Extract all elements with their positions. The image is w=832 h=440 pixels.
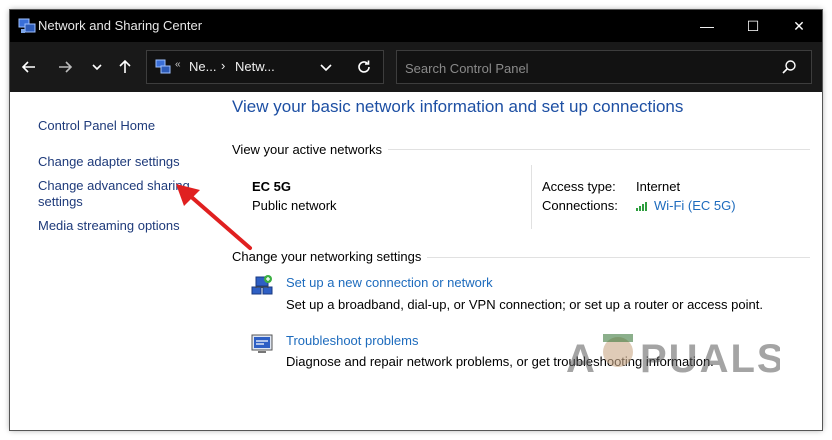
recent-locations-button[interactable]: [84, 54, 110, 80]
network-app-icon: [18, 18, 36, 33]
up-button[interactable]: [112, 54, 138, 80]
active-networks-heading: View your active networks: [232, 142, 389, 157]
set-up-new-connection-link[interactable]: Set up a new connection or network: [286, 275, 493, 290]
window-title: Network and Sharing Center: [38, 18, 203, 33]
arrow-up-icon: [119, 59, 131, 73]
arrow-left-icon: [21, 61, 35, 73]
breadcrumb-network-sharing-center[interactable]: Netw...: [235, 59, 275, 74]
access-type-label: Access type:: [542, 179, 616, 194]
page-title: View your basic network information and …: [232, 97, 684, 116]
address-overflow-separator[interactable]: «: [175, 59, 181, 70]
vertical-divider: [531, 165, 532, 229]
chevron-down-icon[interactable]: [317, 58, 335, 76]
sidebar-item-label-line2: settings: [38, 194, 83, 209]
close-button[interactable]: ✕: [776, 10, 822, 42]
search-box[interactable]: [396, 50, 812, 84]
sidebar-item-media-streaming-options[interactable]: Media streaming options: [38, 218, 180, 234]
minimize-button[interactable]: —: [684, 10, 730, 42]
annotation-arrow-icon: [176, 184, 252, 250]
appuals-watermark: A PUALS: [566, 334, 780, 381]
navigation-bar: « Ne... › Netw...: [10, 42, 822, 92]
network-name: EC 5G: [252, 179, 292, 194]
access-type-value: Internet: [636, 179, 681, 194]
sidebar-item-control-panel-home[interactable]: Control Panel Home: [38, 118, 155, 134]
wifi-signal-icon: [636, 201, 647, 211]
network-category: Public network: [252, 198, 337, 213]
svg-text:PUALS: PUALS: [640, 337, 780, 381]
networking-settings-heading: Change your networking settings: [232, 249, 428, 264]
breadcrumb-network-internet[interactable]: Ne...: [189, 59, 216, 74]
arrow-right-icon: [59, 61, 73, 73]
wifi-connection-label: Wi-Fi (EC 5G): [654, 198, 736, 213]
address-bar[interactable]: « Ne... › Netw...: [146, 50, 384, 84]
connections-label: Connections:: [542, 198, 618, 213]
chevron-down-icon: [92, 64, 102, 71]
new-connection-icon: [251, 275, 273, 295]
troubleshoot-problems-link[interactable]: Troubleshoot problems: [286, 333, 418, 348]
refresh-icon[interactable]: [355, 58, 373, 76]
svg-text:A: A: [566, 337, 597, 381]
troubleshoot-icon: [251, 334, 273, 353]
search-icon[interactable]: [781, 59, 797, 75]
back-button[interactable]: [16, 54, 42, 80]
wifi-connection-link[interactable]: Wi-Fi (EC 5G): [636, 198, 736, 213]
task-sidebar: Control Panel Home Change adapter settin…: [10, 92, 220, 430]
maximize-button[interactable]: ☐: [730, 10, 776, 42]
sidebar-item-label-line1: Change advanced sharing: [38, 178, 190, 193]
network-folder-icon: [155, 59, 171, 74]
sidebar-item-change-adapter-settings[interactable]: Change adapter settings: [38, 154, 180, 170]
search-input[interactable]: [403, 58, 767, 78]
breadcrumb-separator[interactable]: ›: [221, 58, 225, 73]
title-bar[interactable]: Network and Sharing Center — ☐ ✕: [10, 10, 822, 42]
set-up-new-connection-description: Set up a broadband, dial-up, or VPN conn…: [286, 297, 763, 312]
sidebar-item-change-advanced-sharing-settings[interactable]: Change advanced sharing settings: [38, 178, 190, 210]
forward-button[interactable]: [52, 54, 78, 80]
